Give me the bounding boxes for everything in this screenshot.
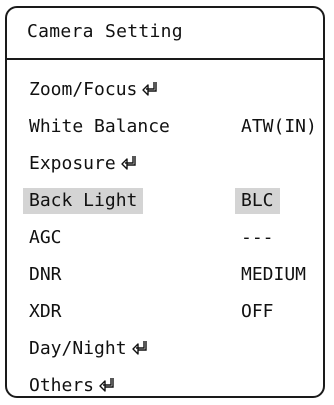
menu-item-others[interactable]: Others [7, 368, 323, 405]
menu-item-white-balance[interactable]: White Balance ATW(IN) [7, 109, 323, 146]
menu-item-exposure[interactable]: Exposure [7, 146, 323, 183]
enter-arrow-icon [131, 340, 150, 356]
menu-item-xdr[interactable]: XDR OFF [7, 294, 323, 331]
menu-item-value: BLC [235, 188, 280, 214]
enter-arrow-icon [121, 155, 139, 171]
menu-item-day-night[interactable]: Day/Night [7, 331, 323, 368]
menu-item-label: DNR [29, 264, 62, 285]
menu-item-label: Zoom/Focus [23, 77, 166, 103]
enter-arrow-icon [142, 81, 160, 97]
menu-item-label: Others [23, 373, 123, 399]
menu-title: Camera Setting [27, 21, 183, 42]
enter-arrow-icon [99, 377, 117, 393]
menu-list: Zoom/Focus White Balance ATW(IN) Exposur… [7, 72, 323, 405]
camera-setting-menu: Camera Setting Zoom/Focus White Balance … [5, 6, 325, 398]
menu-item-value: --- [241, 227, 274, 248]
menu-item-agc[interactable]: AGC --- [7, 220, 323, 257]
menu-item-dnr[interactable]: DNR MEDIUM [7, 257, 323, 294]
menu-item-back-light[interactable]: Back Light BLC [7, 183, 323, 220]
menu-item-label: Day/Night [23, 336, 156, 362]
menu-item-label: Exposure [23, 151, 145, 177]
menu-item-value: OFF [241, 301, 274, 322]
menu-item-label: White Balance [29, 116, 170, 137]
menu-item-label: AGC [29, 227, 62, 248]
menu-title-bar: Camera Setting [7, 8, 323, 60]
menu-item-value: ATW(IN) [241, 116, 317, 137]
menu-item-zoom-focus[interactable]: Zoom/Focus [7, 72, 323, 109]
menu-item-label: Back Light [23, 188, 144, 214]
menu-item-label: XDR [29, 301, 62, 322]
menu-item-value: MEDIUM [241, 264, 307, 285]
